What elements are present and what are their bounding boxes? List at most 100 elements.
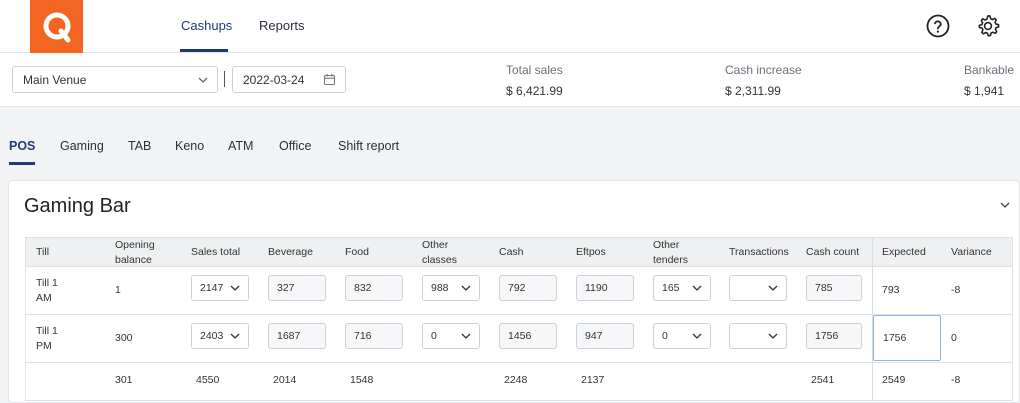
row2-other-tenders-select[interactable]: 0 — [653, 323, 711, 349]
row2-other-classes-value: 0 — [431, 330, 437, 342]
calendar-icon — [323, 74, 336, 86]
row1-transactions-select[interactable] — [729, 275, 787, 301]
chevron-down-icon — [461, 333, 471, 339]
total-expected: 2549 — [882, 374, 906, 386]
row1-sales-total-select[interactable]: 2147 — [191, 275, 249, 301]
tab-gaming[interactable]: Gaming — [60, 139, 104, 153]
row1-other-classes-value: 988 — [431, 282, 449, 294]
col-header-other-tenders: Other tenders — [653, 239, 689, 266]
tab-tab[interactable]: TAB — [128, 139, 151, 153]
tab-office[interactable]: Office — [279, 139, 311, 153]
venue-select-value: Main Venue — [23, 73, 87, 87]
help-button[interactable] — [926, 14, 950, 38]
row1-eftpos-input[interactable]: 1190 — [576, 275, 634, 301]
row1-till: Till 1 AM — [36, 277, 58, 304]
chevron-down-icon — [768, 333, 778, 339]
logo-q-icon — [43, 12, 70, 42]
col-header-sales-total: Sales total — [191, 246, 241, 258]
tab-keno[interactable]: Keno — [175, 139, 204, 153]
gaming-bar-card: Gaming Bar Till Opening balance Sales to… — [8, 180, 1020, 403]
chevron-down-icon — [198, 77, 208, 83]
settings-button[interactable] — [976, 14, 1000, 38]
row1-other-tenders-value: 165 — [662, 282, 680, 294]
filter-separator — [224, 71, 225, 87]
filter-bar: Main Venue 2022-03-24 Total sales $ 6,42… — [0, 53, 1020, 107]
tab-atm[interactable]: ATM — [228, 139, 253, 153]
total-cash-count: 2541 — [811, 374, 835, 386]
row2-other-classes-select[interactable]: 0 — [422, 323, 480, 349]
gear-icon — [978, 15, 1000, 37]
date-value: 2022-03-24 — [243, 73, 305, 87]
help-icon — [926, 14, 950, 38]
row2-food-input[interactable]: 716 — [345, 323, 403, 349]
row2-beverage-input[interactable]: 1687 — [268, 323, 326, 349]
row2-eftpos-input[interactable]: 947 — [576, 323, 634, 349]
chevron-down-icon — [230, 285, 240, 291]
top-navbar: Cashups Reports — [0, 0, 1020, 53]
row2-sales-total-select[interactable]: 2403 — [191, 323, 249, 349]
chevron-down-icon — [461, 285, 471, 291]
col-header-opening-balance: Opening balance — [115, 239, 155, 266]
row2-other-tenders-value: 0 — [662, 330, 668, 342]
date-picker[interactable]: 2022-03-24 — [232, 66, 346, 93]
row1-cash-input[interactable]: 792 — [499, 275, 557, 301]
row2-cash-input[interactable]: 1456 — [499, 323, 557, 349]
row1-expected: 793 — [882, 284, 900, 296]
row1-other-tenders-select[interactable]: 165 — [653, 275, 711, 301]
col-header-transactions: Transactions — [729, 246, 789, 258]
row2-expected-cell[interactable]: 1756 — [873, 315, 941, 361]
row2-opening: 300 — [115, 332, 133, 344]
col-header-expected: Expected — [882, 246, 926, 258]
row2-transactions-select[interactable] — [729, 323, 787, 349]
collapse-chevron-icon[interactable] — [999, 199, 1011, 211]
tab-pos[interactable]: POS — [9, 139, 35, 153]
row2-cash-count-input[interactable]: 1756 — [806, 323, 862, 349]
total-cash: 2248 — [504, 374, 528, 386]
cashup-table: Till Opening balance Sales total Beverag… — [25, 237, 1013, 401]
stat-bankable-value: $ 1,941 — [964, 84, 1005, 98]
total-opening: 301 — [115, 374, 133, 386]
chevron-down-icon — [692, 333, 702, 339]
row1-cash-count-input[interactable]: 785 — [806, 275, 862, 301]
nav-tab-cashups[interactable]: Cashups — [181, 18, 232, 33]
chevron-down-icon — [692, 285, 702, 291]
stat-total-sales-value: $ 6,421.99 — [506, 84, 563, 98]
stat-cash-increase-label: Cash increase — [725, 63, 802, 77]
row2-till: Till 1 PM — [36, 325, 58, 352]
col-header-other-classes: Other classes — [422, 239, 458, 266]
total-sales: 4550 — [196, 374, 220, 386]
row1-other-classes-select[interactable]: 988 — [422, 275, 480, 301]
stat-total-sales-label: Total sales — [506, 63, 563, 77]
stat-bankable-label: Bankable — [964, 63, 1015, 77]
total-eftpos: 2137 — [581, 374, 605, 386]
nav-active-indicator — [180, 49, 228, 52]
col-header-cash: Cash — [499, 246, 524, 258]
tab-shift-report[interactable]: Shift report — [338, 139, 399, 153]
col-header-eftpos: Eftpos — [576, 246, 606, 258]
nav-tab-reports[interactable]: Reports — [259, 18, 305, 33]
col-header-beverage: Beverage — [268, 246, 313, 258]
row1-food-input[interactable]: 832 — [345, 275, 403, 301]
col-header-till: Till — [36, 246, 50, 258]
row1-opening: 1 — [115, 284, 121, 296]
venue-select[interactable]: Main Venue — [12, 66, 218, 93]
col-header-variance: Variance — [951, 246, 992, 258]
tab-active-indicator — [9, 162, 35, 165]
total-food: 1548 — [350, 374, 374, 386]
row-divider — [26, 314, 1012, 315]
row1-beverage-input[interactable]: 327 — [268, 275, 326, 301]
chevron-down-icon — [230, 333, 240, 339]
row2-variance: 0 — [951, 332, 957, 344]
col-header-cash-count: Cash count — [806, 246, 860, 258]
total-beverage: 2014 — [273, 374, 297, 386]
row-divider — [26, 362, 1012, 363]
row2-sales-total-value: 2403 — [200, 330, 224, 342]
row1-sales-total-value: 2147 — [200, 282, 224, 294]
chevron-down-icon — [768, 285, 778, 291]
app-logo[interactable] — [30, 0, 83, 53]
section-title: Gaming Bar — [24, 195, 131, 217]
row1-variance: -8 — [951, 284, 961, 296]
col-header-food: Food — [345, 246, 369, 258]
total-variance: -8 — [951, 374, 961, 386]
stat-cash-increase-value: $ 2,311.99 — [725, 84, 781, 98]
